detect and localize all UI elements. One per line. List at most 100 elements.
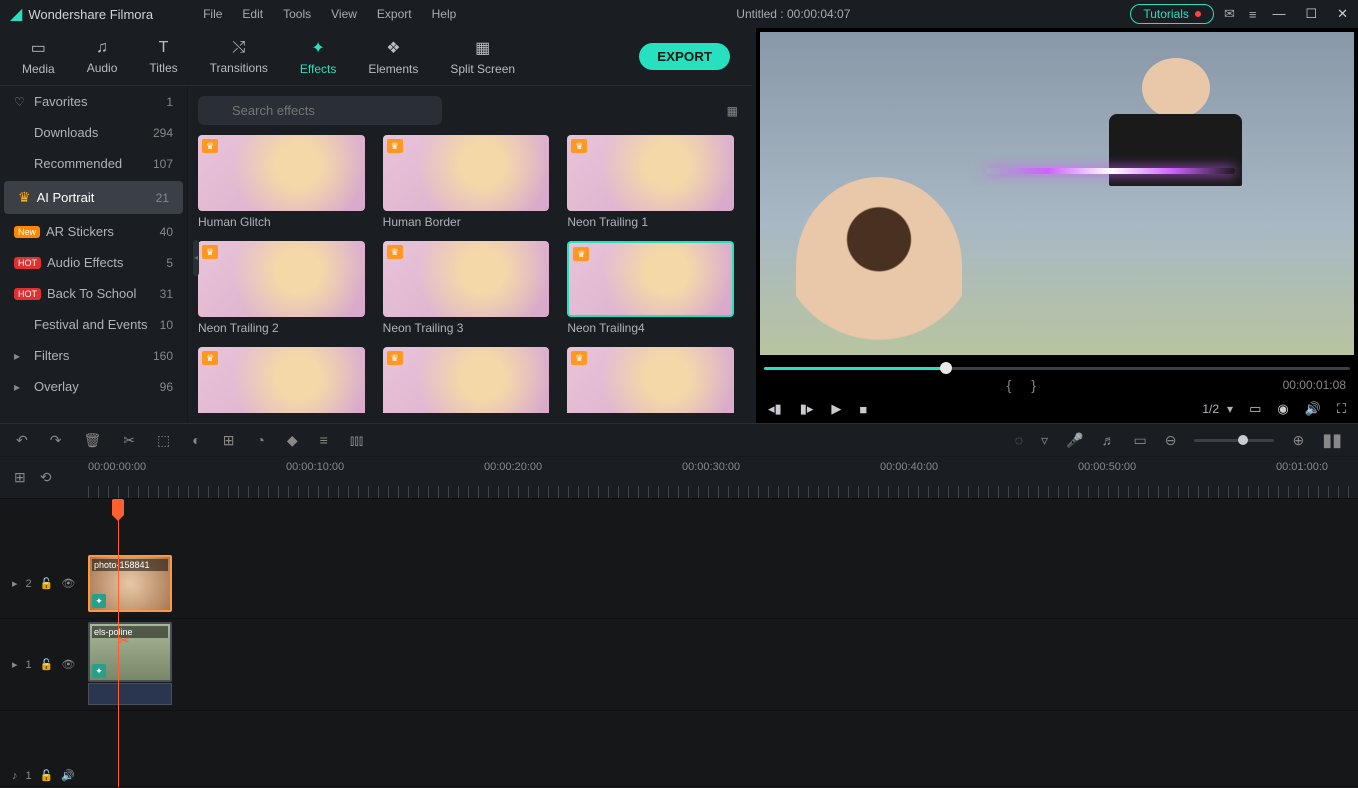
play-button[interactable]: ▶: [831, 401, 841, 417]
list-icon[interactable]: ≡: [1249, 7, 1257, 22]
effect-card[interactable]: ♛Neon Ring 1: [198, 347, 365, 413]
menu-file[interactable]: File: [193, 7, 232, 21]
preview-video[interactable]: [760, 32, 1354, 355]
zoom-ratio-select[interactable]: 1/2▾: [1202, 402, 1233, 416]
audio-vis-icon[interactable]: ⫾⫾⫾: [350, 432, 363, 449]
effect-label: Neon Trailing 2: [198, 321, 365, 335]
marker-brackets[interactable]: { }: [1007, 377, 1044, 393]
effect-label: Neon Trailing4: [567, 321, 734, 335]
sidebar-item-ar-stickers[interactable]: NewAR Stickers40: [0, 216, 187, 247]
grid-view-icon[interactable]: ▦: [723, 100, 742, 122]
clip-photo[interactable]: photo-158841✦: [88, 555, 172, 612]
effect-card[interactable]: ♛Neon Trailing 2: [198, 241, 365, 335]
effect-card[interactable]: ♛Human Glitch: [198, 135, 365, 229]
delete-icon[interactable]: 🗑: [83, 432, 101, 449]
menu-edit[interactable]: Edit: [232, 7, 273, 21]
lock-icon[interactable]: 🔓: [40, 769, 54, 782]
timeline: ⊞ ⟲ 00:00:00:0000:00:10:0000:00:20:0000:…: [0, 457, 1358, 787]
eye-icon[interactable]: 👁: [61, 577, 75, 590]
eye-icon[interactable]: 👁: [61, 658, 75, 671]
next-frame-button[interactable]: ▮▸: [800, 401, 814, 417]
fullscreen-icon[interactable]: ⛶: [1337, 401, 1346, 417]
link-icon[interactable]: ⟲: [40, 469, 52, 486]
search-input[interactable]: [198, 96, 442, 125]
app-name: Wondershare Filmora: [28, 7, 153, 22]
display-icon[interactable]: ▭: [1249, 401, 1261, 417]
sidebar-item-favorites[interactable]: ♡Favorites1: [0, 86, 187, 117]
speed-icon[interactable]: ◔: [256, 432, 264, 448]
sidebar-item-festival[interactable]: Festival and Events10: [0, 309, 187, 340]
sidebar-item-downloads[interactable]: Downloads294: [0, 117, 187, 148]
effect-card[interactable]: ♛Neon Ring 3: [567, 347, 734, 413]
export-button[interactable]: EXPORT: [639, 43, 730, 70]
render-icon[interactable]: ◌: [1015, 432, 1023, 448]
effect-card[interactable]: ♛Human Border: [383, 135, 550, 229]
effect-card[interactable]: ♛Neon Ring 2: [383, 347, 550, 413]
close-button[interactable]: ✕: [1337, 6, 1348, 22]
effect-card[interactable]: ♛Neon Trailing 3: [383, 241, 550, 335]
guide-icon[interactable]: ▭: [1133, 432, 1146, 449]
clip-audio-segment[interactable]: [88, 683, 172, 705]
timeline-options-icon[interactable]: ▮▮: [1322, 430, 1342, 451]
sidebar-item-audio-effects[interactable]: HOTAudio Effects5: [0, 247, 187, 278]
sidebar-item-filters[interactable]: ▸Filters160: [0, 340, 187, 371]
snapshot-icon[interactable]: ◉: [1277, 401, 1288, 417]
track-type-icon: ▸: [12, 577, 18, 590]
add-track-icon[interactable]: ⊞: [14, 469, 26, 486]
zoom-in-icon[interactable]: ⊕: [1292, 432, 1304, 449]
menu-export[interactable]: Export: [367, 7, 422, 21]
volume-icon[interactable]: 🔊: [1305, 401, 1321, 417]
track-video-2: ▸2🔓👁 photo-158841✦: [0, 549, 1358, 619]
tab-elements[interactable]: ❖Elements: [356, 32, 430, 82]
hot-badge: HOT: [14, 288, 41, 300]
stop-button[interactable]: ■: [859, 402, 867, 417]
tab-effects[interactable]: ✦Effects: [288, 32, 348, 82]
mixer-icon[interactable]: ♬: [1101, 432, 1115, 448]
zoom-slider[interactable]: [1194, 439, 1274, 442]
tab-titles[interactable]: TTitles: [137, 33, 189, 81]
tab-transitions[interactable]: ⤭Transitions: [198, 33, 280, 81]
sidebar-item-back-to-school[interactable]: HOTBack To School31: [0, 278, 187, 309]
preview-progress[interactable]: [764, 365, 1350, 371]
color-icon[interactable]: ◐: [192, 432, 200, 448]
zoom-out-icon[interactable]: ⊖: [1165, 432, 1177, 449]
lock-icon[interactable]: 🔓: [40, 577, 54, 590]
effects-icon: ✦: [311, 38, 324, 58]
sidebar-item-overlay[interactable]: ▸Overlay96: [0, 371, 187, 402]
message-icon[interactable]: ✉: [1224, 6, 1235, 22]
tab-media[interactable]: ▭Media: [10, 32, 67, 82]
tab-split-screen[interactable]: ▦Split Screen: [438, 32, 527, 82]
tutorials-button[interactable]: Tutorials: [1130, 4, 1214, 24]
transition-icon: ⤭: [232, 39, 245, 57]
redo-icon[interactable]: ↷: [50, 432, 62, 449]
text-tool-icon[interactable]: ⊞: [223, 432, 235, 449]
sidebar-item-recommended[interactable]: Recommended107: [0, 148, 187, 179]
time-ruler[interactable]: 00:00:00:0000:00:10:0000:00:20:0000:00:3…: [88, 457, 1358, 498]
volume-icon[interactable]: 🔊: [61, 769, 75, 782]
maximize-button[interactable]: ☐: [1305, 6, 1317, 22]
project-title: Untitled : 00:00:04:07: [736, 7, 850, 21]
menu-tools[interactable]: Tools: [273, 7, 321, 21]
clip-video[interactable]: els-poline ✦ ✂: [88, 622, 172, 682]
tab-audio[interactable]: ♫Audio: [75, 33, 130, 81]
sidebar-item-ai-portrait[interactable]: ♛AI Portrait21: [4, 181, 183, 214]
lock-icon[interactable]: 🔓: [40, 658, 54, 671]
cut-icon[interactable]: ✂: [123, 432, 135, 449]
sidebar-collapse-handle[interactable]: ◂: [192, 94, 200, 421]
prev-frame-button[interactable]: ◂▮: [768, 401, 782, 417]
effect-card[interactable]: ♛Neon Trailing4: [567, 241, 734, 335]
ruler-timestamp: 00:00:00:00: [88, 461, 146, 473]
neon-effect-line: [986, 168, 1235, 174]
menu-help[interactable]: Help: [422, 7, 467, 21]
effect-card[interactable]: ♛Neon Trailing 1: [567, 135, 734, 229]
minimize-button[interactable]: —: [1272, 6, 1285, 22]
ruler-timestamp: 00:01:00:0: [1276, 461, 1328, 473]
crop-icon[interactable]: ⬚: [157, 432, 170, 449]
adjust-icon[interactable]: ≡: [320, 432, 328, 448]
record-icon[interactable]: 🎤: [1066, 432, 1083, 449]
chevron-down-icon: ▾: [1227, 402, 1233, 416]
undo-icon[interactable]: ↶: [16, 432, 28, 449]
keyframe-icon[interactable]: ◆: [287, 432, 298, 449]
menu-view[interactable]: View: [321, 7, 367, 21]
marker-icon[interactable]: ▿: [1041, 432, 1048, 449]
